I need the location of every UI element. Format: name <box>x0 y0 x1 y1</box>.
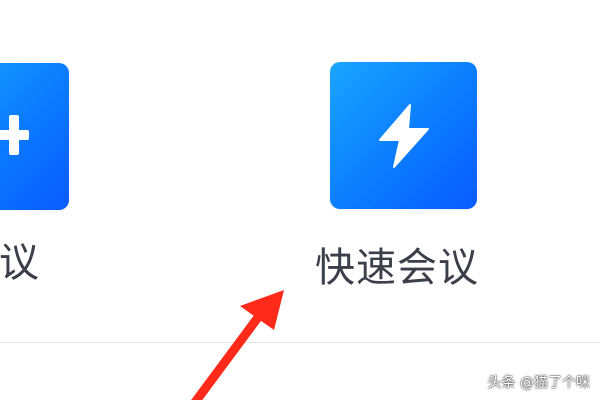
meeting-home-screen: 会议 快速会议 头条 @猫了个咪 <box>0 0 600 400</box>
red-arrow-annotation <box>191 290 284 400</box>
join-meeting-label: 会议 <box>0 240 40 286</box>
watermark-text: 头条 @猫了个咪 <box>487 375 590 391</box>
quick-meeting-label: 快速会议 <box>315 245 479 291</box>
section-divider <box>0 342 600 343</box>
lightning-bolt-icon <box>379 104 429 168</box>
plus-icon <box>0 115 35 155</box>
quick-meeting-tile[interactable] <box>330 62 477 209</box>
join-meeting-tile[interactable] <box>0 63 69 210</box>
